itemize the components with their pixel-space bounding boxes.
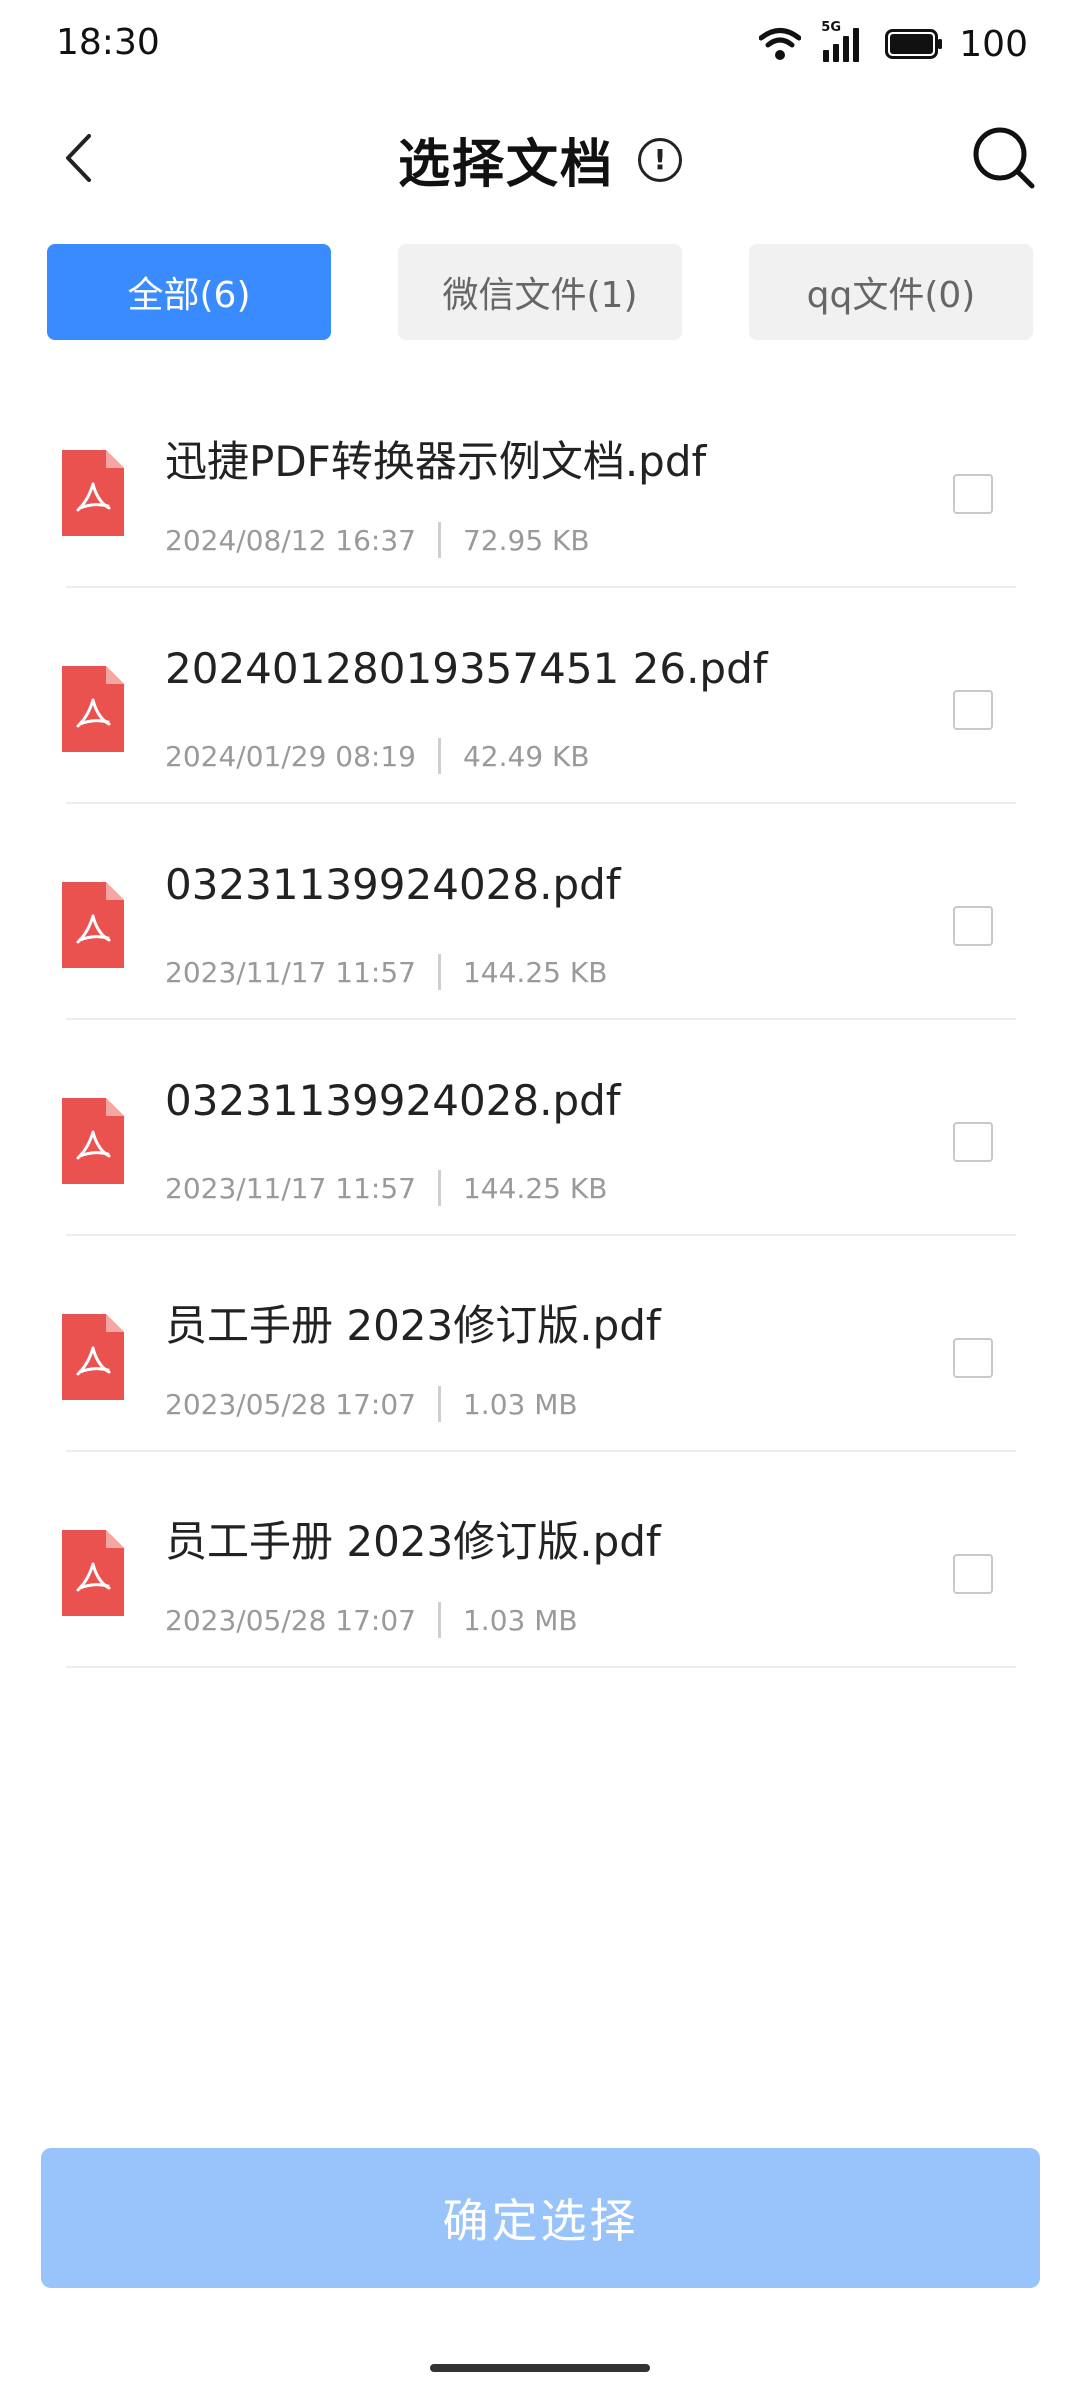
file-name: 员工手册 2023修订版.pdf xyxy=(165,1517,661,1566)
signal-icon: 5G xyxy=(821,20,865,64)
file-date: 2023/05/28 17:07 xyxy=(165,1387,416,1421)
file-size: 1.03 MB xyxy=(462,1603,578,1637)
file-checkbox[interactable] xyxy=(953,690,993,730)
file-size: 42.49 KB xyxy=(462,739,590,773)
search-button[interactable] xyxy=(970,124,1038,192)
tab-wechat-files[interactable]: 微信文件(1) xyxy=(398,244,682,340)
file-checkbox[interactable] xyxy=(953,1554,993,1594)
battery-level: 100 xyxy=(959,23,1028,65)
top-bar: 选择文档 ! xyxy=(0,108,1080,208)
pdf-file-icon xyxy=(62,1530,124,1616)
status-icons: 5G 100 xyxy=(759,20,1028,68)
page-title: 选择文档 xyxy=(397,135,614,195)
file-size: 1.03 MB xyxy=(462,1387,578,1421)
file-date: 2023/11/17 11:57 xyxy=(165,1171,416,1205)
pdf-file-icon xyxy=(62,1314,124,1400)
pdf-file-icon xyxy=(62,450,124,536)
tab-qq-files[interactable]: qq文件(0) xyxy=(749,244,1033,340)
file-name: 迅捷PDF转换器示例文档.pdf xyxy=(165,437,707,486)
file-date: 2024/08/12 16:37 xyxy=(165,523,416,557)
confirm-selection-button[interactable]: 确定选择 xyxy=(41,2148,1040,2288)
meta-divider xyxy=(437,738,441,774)
file-list-item[interactable]: 20240128019357451 26.pdf 2024/01/29 08:1… xyxy=(0,588,1080,804)
search-icon xyxy=(973,127,1035,189)
file-meta: 2023/11/17 11:57 144.25 KB xyxy=(165,954,607,990)
file-size: 144.25 KB xyxy=(462,955,608,989)
file-meta: 2023/05/28 17:07 1.03 MB xyxy=(165,1386,578,1422)
file-checkbox[interactable] xyxy=(953,1122,993,1162)
pdf-file-icon xyxy=(62,666,124,752)
file-checkbox[interactable] xyxy=(953,1338,993,1378)
file-list-item[interactable]: 员工手册 2023修订版.pdf 2023/05/28 17:07 1.03 M… xyxy=(0,1452,1080,1668)
file-meta: 2024/01/29 08:19 42.49 KB xyxy=(165,738,590,774)
title-area: 选择文档 ! xyxy=(0,122,1080,197)
file-name: 03231139924028.pdf xyxy=(165,1076,621,1125)
file-meta: 2023/11/17 11:57 144.25 KB xyxy=(165,1170,607,1206)
file-list-item[interactable]: 03231139924028.pdf 2023/11/17 11:57 144.… xyxy=(0,804,1080,1020)
meta-divider xyxy=(437,522,441,558)
file-date: 2024/01/29 08:19 xyxy=(165,739,416,773)
pdf-file-icon xyxy=(62,882,124,968)
pdf-file-icon xyxy=(62,1098,124,1184)
info-circle-icon[interactable]: ! xyxy=(638,137,682,182)
file-list-item[interactable]: 员工手册 2023修订版.pdf 2023/05/28 17:07 1.03 M… xyxy=(0,1236,1080,1452)
file-list: 迅捷PDF转换器示例文档.pdf 2024/08/12 16:37 72.95 … xyxy=(0,372,1080,1668)
file-meta: 2024/08/12 16:37 72.95 KB xyxy=(165,522,590,558)
tab-all[interactable]: 全部(6) xyxy=(47,244,331,340)
meta-divider xyxy=(437,1170,441,1206)
file-size: 144.25 KB xyxy=(462,1171,608,1205)
file-list-item[interactable]: 03231139924028.pdf 2023/11/17 11:57 144.… xyxy=(0,1020,1080,1236)
filter-tabs: 全部(6) 微信文件(1) qq文件(0) xyxy=(47,244,1033,340)
file-meta: 2023/05/28 17:07 1.03 MB xyxy=(165,1602,578,1638)
row-divider xyxy=(66,1666,1016,1668)
file-name: 20240128019357451 26.pdf xyxy=(165,644,768,693)
file-checkbox[interactable] xyxy=(953,906,993,946)
file-date: 2023/05/28 17:07 xyxy=(165,1603,416,1637)
file-name: 员工手册 2023修订版.pdf xyxy=(165,1301,661,1350)
file-list-item[interactable]: 迅捷PDF转换器示例文档.pdf 2024/08/12 16:37 72.95 … xyxy=(0,372,1080,588)
battery-icon xyxy=(885,29,943,59)
info-glyph: ! xyxy=(653,143,667,176)
file-name: 03231139924028.pdf xyxy=(165,860,621,909)
meta-divider xyxy=(437,954,441,990)
wifi-icon xyxy=(759,28,802,60)
home-indicator[interactable] xyxy=(430,2364,650,2372)
meta-divider xyxy=(437,1386,441,1422)
file-date: 2023/11/17 11:57 xyxy=(165,955,416,989)
file-checkbox[interactable] xyxy=(953,474,993,514)
meta-divider xyxy=(437,1602,441,1638)
status-time: 18:30 xyxy=(56,22,160,63)
status-bar: 18:30 5G 100 xyxy=(0,0,1080,92)
file-size: 72.95 KB xyxy=(462,523,590,557)
